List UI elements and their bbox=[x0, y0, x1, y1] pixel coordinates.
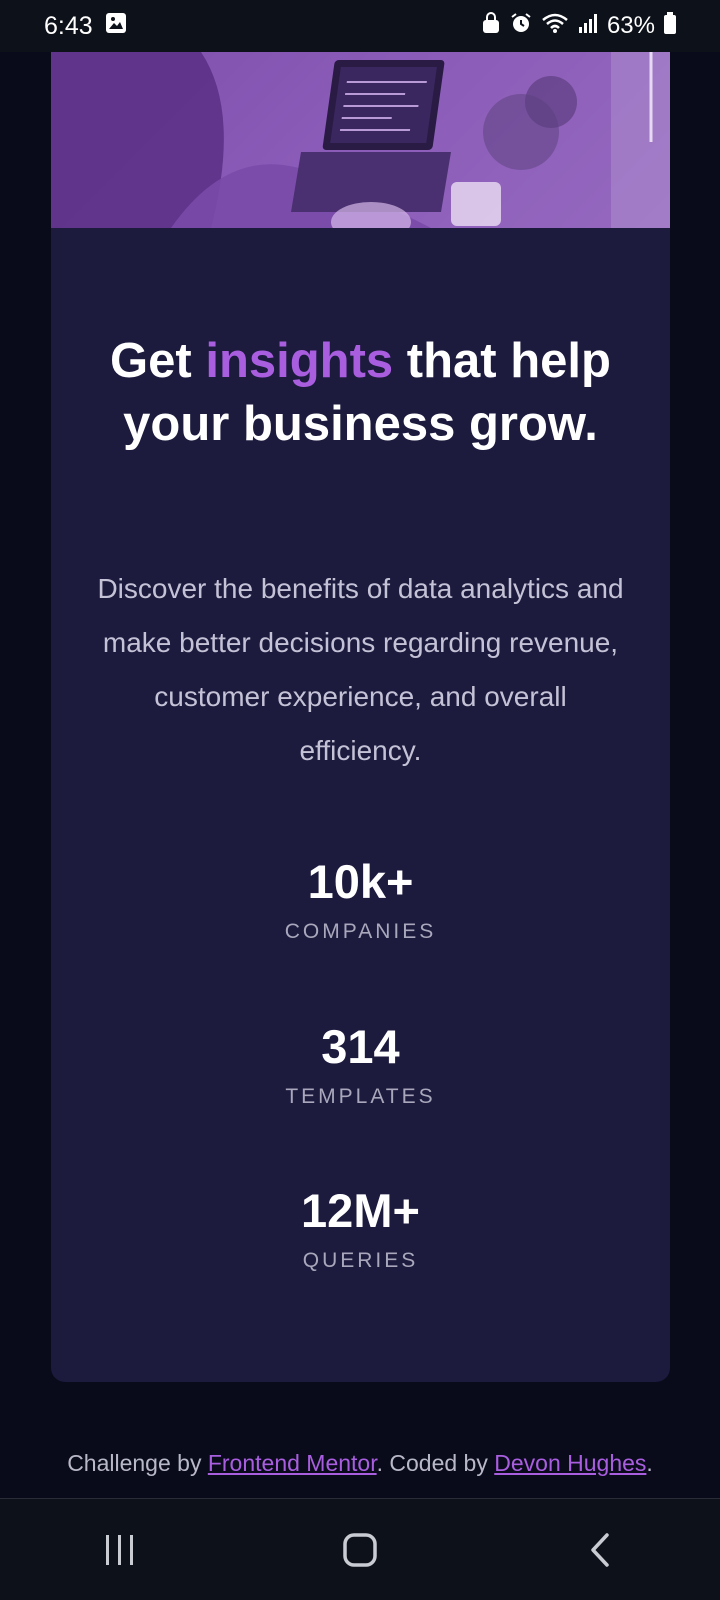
alarm-icon bbox=[510, 12, 532, 41]
hero-image bbox=[51, 52, 670, 228]
attribution-suffix: . bbox=[646, 1450, 653, 1476]
lock-icon bbox=[481, 11, 501, 41]
stat-value: 314 bbox=[321, 1020, 400, 1073]
battery-icon bbox=[664, 11, 676, 41]
stat-queries: 12M+ QUERIES bbox=[51, 1183, 670, 1275]
recent-apps-button[interactable] bbox=[75, 1520, 165, 1580]
back-button[interactable] bbox=[555, 1520, 645, 1580]
wifi-icon bbox=[541, 12, 569, 41]
stat-value: 10k+ bbox=[307, 855, 414, 908]
stat-companies: 10k+ COMPANIES bbox=[51, 854, 670, 946]
author-link[interactable]: Devon Hughes bbox=[494, 1450, 646, 1476]
image-icon bbox=[105, 12, 127, 41]
headline: Get insights that help your business gro… bbox=[71, 330, 650, 456]
attribution-prefix: Challenge by bbox=[67, 1450, 208, 1476]
battery-percentage: 63% bbox=[606, 12, 655, 39]
back-icon bbox=[591, 1532, 609, 1567]
stats-preview-card: Get insights that help your business gro… bbox=[51, 52, 670, 1382]
home-icon bbox=[343, 1532, 377, 1567]
stat-label: QUERIES bbox=[302, 1249, 419, 1272]
signal-icon bbox=[578, 12, 598, 40]
navigation-bar bbox=[0, 1498, 720, 1600]
headline-accent: insights bbox=[205, 334, 394, 388]
stat-value: 12M+ bbox=[301, 1184, 420, 1237]
stat-label: COMPANIES bbox=[284, 920, 437, 943]
frontend-mentor-link[interactable]: Frontend Mentor bbox=[208, 1450, 377, 1476]
hero-photo bbox=[51, 52, 670, 228]
status-bar: 6:43 63% bbox=[0, 0, 720, 52]
stat-templates: 314 TEMPLATES bbox=[51, 1019, 670, 1111]
status-time: 6:43 bbox=[44, 11, 93, 40]
stat-label: TEMPLATES bbox=[285, 1085, 436, 1108]
recent-apps-icon bbox=[106, 1534, 133, 1565]
home-button[interactable] bbox=[315, 1520, 405, 1580]
attribution-middle: . Coded by bbox=[376, 1450, 495, 1476]
headline-prefix: Get bbox=[110, 334, 206, 388]
attribution: Challenge by Frontend Mentor. Coded by D… bbox=[0, 1450, 720, 1477]
description: Discover the benefits of data analytics … bbox=[97, 573, 624, 766]
